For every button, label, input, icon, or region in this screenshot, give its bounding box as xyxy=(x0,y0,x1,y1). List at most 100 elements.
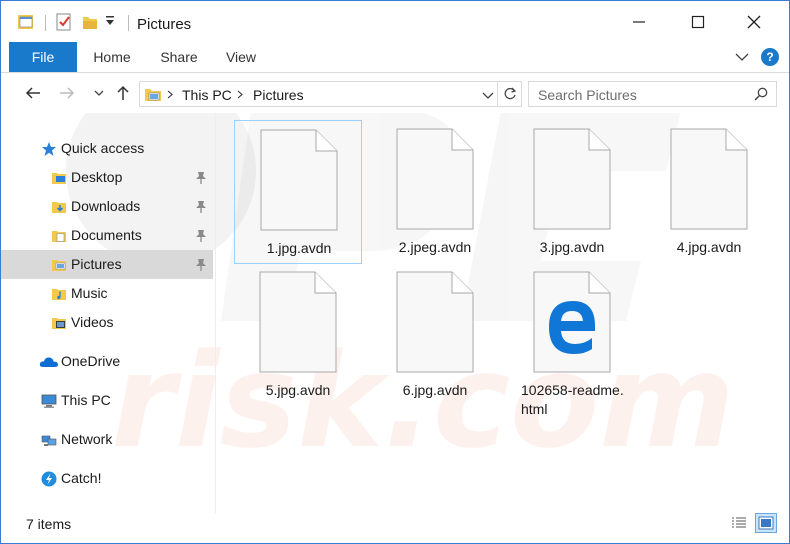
details-view-icon xyxy=(732,517,746,528)
nav-label-catch: Catch! xyxy=(61,470,102,486)
pictures-folder-icon xyxy=(52,260,66,271)
music-folder-icon xyxy=(52,289,66,300)
file-name-line-2: html xyxy=(521,401,548,417)
help-button[interactable]: ? xyxy=(761,48,779,66)
file-item[interactable]: 3.jpg.avdn xyxy=(508,120,636,264)
file-name: 4.jpg.avdn xyxy=(676,239,742,255)
nav-label-quick-access: Quick access xyxy=(61,140,145,156)
maximize-icon xyxy=(691,15,705,29)
nav-item-this-pc[interactable]: This PC xyxy=(1,386,213,415)
nav-label-onedrive: OneDrive xyxy=(61,353,121,369)
nav-label-downloads: Downloads xyxy=(71,198,141,214)
nav-item-downloads[interactable]: Downloads xyxy=(1,192,213,221)
refresh-button[interactable] xyxy=(498,81,522,107)
edge-logo-icon xyxy=(549,301,595,354)
blank-file-icon xyxy=(670,128,748,230)
nav-item-videos[interactable]: Videos xyxy=(1,308,213,337)
nav-item-music[interactable]: Music xyxy=(1,279,213,308)
large-icons-view-button[interactable] xyxy=(755,513,777,533)
back-arrow-icon xyxy=(25,87,40,99)
address-history-chevron-icon[interactable] xyxy=(482,91,494,99)
new-folder-icon[interactable] xyxy=(81,13,99,31)
file-name: 6.jpg.avdn xyxy=(402,382,468,398)
expand-ribbon-chevron-icon[interactable] xyxy=(735,52,749,62)
star-icon xyxy=(42,142,56,156)
nav-item-network[interactable]: Network xyxy=(1,425,213,454)
folder-window-icon xyxy=(18,15,33,29)
up-button[interactable] xyxy=(113,82,133,104)
search-placeholder: Search Pictures xyxy=(538,87,637,103)
file-item[interactable]: 5.jpg.avdn xyxy=(234,263,362,407)
nav-item-desktop[interactable]: Desktop xyxy=(1,163,213,192)
pin-icon[interactable] xyxy=(195,200,207,214)
navigation-pane: Quick access Desktop Downloads Documents… xyxy=(1,113,215,513)
file-item[interactable]: 102658-readme. html xyxy=(508,263,636,417)
desktop-folder-icon xyxy=(52,173,66,184)
network-icon xyxy=(41,435,57,446)
pin-icon[interactable] xyxy=(195,229,207,243)
nav-label-videos: Videos xyxy=(71,314,114,330)
large-icons-view-icon xyxy=(758,516,774,530)
file-name-line-1: 102658-readme. xyxy=(521,382,624,398)
file-item[interactable]: 4.jpg.avdn xyxy=(645,120,773,264)
close-icon xyxy=(747,15,761,29)
item-count: 7 items xyxy=(26,516,72,532)
tab-home[interactable]: Home xyxy=(87,42,137,72)
search-icon[interactable] xyxy=(754,87,768,101)
nav-label-documents: Documents xyxy=(71,227,142,243)
back-button[interactable] xyxy=(23,82,43,104)
minimize-icon xyxy=(633,21,645,23)
nav-label-music: Music xyxy=(71,285,108,301)
refresh-icon xyxy=(504,87,516,100)
tab-share[interactable]: Share xyxy=(155,42,203,72)
address-bar[interactable]: This PC Pictures xyxy=(139,81,498,107)
tab-view[interactable]: View xyxy=(219,42,263,72)
ribbon-tabs: File Home Share View ? xyxy=(1,42,789,72)
pin-icon[interactable] xyxy=(195,258,207,272)
blank-file-icon xyxy=(260,129,338,231)
file-name: 102658-readme. html xyxy=(521,381,639,419)
breadcrumb-this-pc[interactable]: This PC xyxy=(182,87,232,103)
file-item[interactable]: 6.jpg.avdn xyxy=(371,263,499,407)
pictures-folder-icon xyxy=(145,89,161,101)
status-bar: 7 items xyxy=(1,513,789,543)
maximize-button[interactable] xyxy=(685,9,711,35)
blank-file-icon xyxy=(396,128,474,230)
onedrive-icon xyxy=(39,357,58,367)
forward-arrow-icon xyxy=(60,87,75,99)
address-row: This PC Pictures Search Pictures xyxy=(1,73,789,113)
details-view-button[interactable] xyxy=(728,513,750,533)
file-name: 5.jpg.avdn xyxy=(265,382,331,398)
customize-toolbar-dropdown-icon[interactable] xyxy=(105,15,115,27)
nav-item-documents[interactable]: Documents xyxy=(1,221,213,250)
search-input[interactable]: Search Pictures xyxy=(528,81,777,107)
nav-item-catch[interactable]: Catch! xyxy=(1,464,213,493)
pane-divider xyxy=(215,113,216,513)
blank-file-icon xyxy=(396,271,474,373)
file-item[interactable]: 1.jpg.avdn xyxy=(234,120,362,264)
file-name: 2.jpeg.avdn xyxy=(398,239,472,255)
breadcrumb-chevron-icon xyxy=(167,90,173,99)
chevron-down-icon xyxy=(94,90,104,96)
properties-icon[interactable] xyxy=(55,13,73,31)
recent-locations-button[interactable] xyxy=(89,82,109,104)
edge-html-file-icon xyxy=(533,271,611,373)
nav-label-network: Network xyxy=(61,431,113,447)
nav-label-desktop: Desktop xyxy=(71,169,123,185)
close-button[interactable] xyxy=(741,9,767,35)
catch-icon xyxy=(41,471,57,487)
forward-button[interactable] xyxy=(57,82,77,104)
minimize-button[interactable] xyxy=(626,9,652,35)
title-bar: Pictures xyxy=(1,1,789,41)
nav-item-onedrive[interactable]: OneDrive xyxy=(1,347,213,376)
up-arrow-icon xyxy=(117,85,129,100)
file-item[interactable]: 2.jpeg.avdn xyxy=(371,120,499,264)
file-name: 3.jpg.avdn xyxy=(539,239,605,255)
breadcrumb-pictures[interactable]: Pictures xyxy=(253,87,304,103)
pin-icon[interactable] xyxy=(195,171,207,185)
tab-file[interactable]: File xyxy=(9,42,77,72)
blank-file-icon xyxy=(259,271,337,373)
nav-item-quick-access[interactable]: Quick access xyxy=(1,134,213,163)
nav-item-pictures[interactable]: Pictures xyxy=(1,250,213,279)
title-separator-2 xyxy=(128,15,129,31)
